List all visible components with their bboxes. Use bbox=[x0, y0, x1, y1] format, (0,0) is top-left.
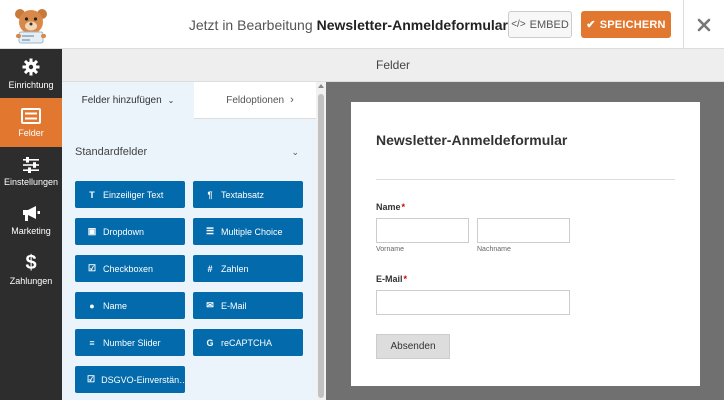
panel-tabs: Felder hinzufügen ⌄ Feldoptionen › bbox=[62, 82, 326, 119]
chevron-right-icon: › bbox=[290, 94, 294, 106]
fields-icon bbox=[21, 107, 41, 124]
field-label: E-Mail bbox=[221, 300, 247, 311]
tab-add-fields[interactable]: Felder hinzufügen ⌄ bbox=[62, 82, 194, 119]
form-title: Newsletter-Anmeldeformular bbox=[376, 132, 568, 148]
nav-item-einstellungen[interactable]: Einstellungen bbox=[0, 147, 62, 196]
field-label: DSGVO-Einverstän… bbox=[101, 374, 185, 385]
google-icon: G bbox=[206, 337, 214, 348]
field-label: Einzeiliger Text bbox=[103, 189, 164, 200]
nav-label: Zahlungen bbox=[9, 275, 53, 286]
section-title: Felder bbox=[375, 58, 410, 72]
first-name-sublabel: Vorname bbox=[376, 246, 405, 253]
required-mark: * bbox=[403, 274, 408, 284]
field-button-recaptcha[interactable]: GreCAPTCHA bbox=[193, 329, 303, 356]
close-icon bbox=[697, 18, 711, 31]
save-label: SPEICHERN bbox=[599, 18, 666, 31]
checkbox-icon: ☑ bbox=[87, 263, 97, 273]
sliders-icon bbox=[23, 156, 39, 173]
tab-field-options[interactable]: Feldoptionen › bbox=[194, 82, 326, 119]
nav-item-zahlungen[interactable]: $ Zahlungen bbox=[0, 245, 62, 294]
dollar-icon: $ bbox=[25, 251, 37, 274]
form-preview-area: Newsletter-Anmeldeformular Name* Vorname… bbox=[326, 82, 724, 400]
embed-button[interactable]: </> EMBED bbox=[508, 11, 572, 38]
megaphone-icon bbox=[23, 206, 40, 221]
wpforms-logo bbox=[0, 0, 62, 49]
group-standard-fields[interactable]: Standardfelder ⌄ bbox=[75, 144, 299, 160]
email-input[interactable] bbox=[376, 290, 570, 315]
field-label: Multiple Choice bbox=[221, 226, 283, 237]
email-field-label[interactable]: E-Mail* bbox=[376, 274, 407, 284]
form-name: Newsletter-Anmeldeformular bbox=[316, 16, 508, 33]
field-button-checkboxes[interactable]: ☑ Checkboxen bbox=[75, 255, 185, 282]
form-preview-card: Newsletter-Anmeldeformular Name* Vorname… bbox=[351, 102, 700, 386]
dropdown-icon: ▣ bbox=[87, 226, 97, 236]
panel-scrollbar[interactable] bbox=[316, 82, 326, 400]
nav-label: Marketing bbox=[11, 226, 51, 236]
first-name-input[interactable] bbox=[376, 218, 469, 243]
tab-options-label: Feldoptionen bbox=[226, 94, 285, 106]
field-label: reCAPTCHA bbox=[221, 337, 273, 348]
fields-grid: T Einzeiliger Text ¶ Textabsatz ▣ Dropdown … bbox=[75, 181, 303, 393]
nav-item-marketing[interactable]: Marketing bbox=[0, 196, 62, 245]
list-icon: ☰ bbox=[205, 226, 215, 236]
email-label-text: E-Mail bbox=[376, 274, 403, 284]
text-icon: T bbox=[89, 189, 95, 200]
editing-status: Jetzt in Bearbeitung Newsletter-Anmeldef… bbox=[189, 0, 508, 49]
submit-button[interactable]: Absenden bbox=[376, 334, 450, 359]
scrollbar-thumb[interactable] bbox=[318, 94, 324, 398]
field-button-name[interactable]: ● Name bbox=[75, 292, 185, 319]
close-button[interactable] bbox=[683, 0, 724, 49]
nav-item-einrichtung[interactable]: Einrichtung bbox=[0, 49, 62, 98]
group-title: Standardfelder bbox=[75, 146, 148, 158]
field-button-email[interactable]: ✉ E-Mail bbox=[193, 292, 303, 319]
name-field-label[interactable]: Name* bbox=[376, 202, 405, 212]
field-button-paragraph[interactable]: ¶ Textabsatz bbox=[193, 181, 303, 208]
field-button-number-slider[interactable]: ≡ Number Slider bbox=[75, 329, 185, 356]
last-name-sublabel: Nachname bbox=[477, 246, 511, 253]
section-header: Felder bbox=[62, 49, 724, 82]
field-button-dropdown[interactable]: ▣ Dropdown bbox=[75, 218, 185, 245]
field-label: Checkboxen bbox=[103, 263, 154, 274]
gear-icon bbox=[22, 58, 40, 75]
paragraph-icon: ¶ bbox=[207, 189, 213, 200]
top-bar: Jetzt in Bearbeitung Newsletter-Anmeldef… bbox=[0, 0, 724, 49]
editing-prefix: Jetzt in Bearbeitung bbox=[188, 16, 313, 33]
save-button[interactable]: ✔ SPEICHERN bbox=[581, 11, 671, 38]
fields-panel: Felder hinzufügen ⌄ Feldoptionen › Stand… bbox=[62, 82, 326, 400]
title-divider bbox=[376, 179, 675, 180]
field-button-gdpr-consent[interactable]: ☑ DSGVO-Einverstän… bbox=[75, 366, 185, 393]
envelope-icon: ✉ bbox=[206, 300, 214, 310]
nav-label: Einrichtung bbox=[8, 79, 54, 90]
code-icon: </> bbox=[511, 19, 526, 30]
required-mark: * bbox=[401, 202, 406, 212]
slider-icon: ≡ bbox=[89, 337, 95, 348]
field-label: Name bbox=[103, 300, 128, 311]
field-label: Zahlen bbox=[221, 263, 249, 274]
field-button-multiple-choice[interactable]: ☰ Multiple Choice bbox=[193, 218, 303, 245]
scroll-up-arrow-icon[interactable] bbox=[318, 84, 324, 88]
nav-label: Felder bbox=[18, 127, 44, 138]
field-label: Number Slider bbox=[103, 337, 161, 348]
field-button-single-line-text[interactable]: T Einzeiliger Text bbox=[75, 181, 185, 208]
field-label: Textabsatz bbox=[221, 189, 265, 200]
field-button-numbers[interactable]: # Zahlen bbox=[193, 255, 303, 282]
left-navigation: Einrichtung Felder Einstellungen Marketi… bbox=[0, 49, 62, 400]
chevron-down-icon: ⌄ bbox=[167, 96, 175, 105]
last-name-input[interactable] bbox=[477, 218, 570, 243]
bear-logo-icon bbox=[15, 8, 47, 43]
field-label: Dropdown bbox=[103, 226, 145, 237]
embed-label: EMBED bbox=[529, 18, 569, 31]
name-label-text: Name bbox=[376, 202, 401, 212]
user-icon: ● bbox=[89, 300, 95, 311]
checkbox-icon: ☑ bbox=[87, 374, 96, 384]
nav-label: Einstellungen bbox=[3, 176, 59, 187]
hash-icon: # bbox=[207, 263, 213, 274]
nav-item-felder[interactable]: Felder bbox=[0, 98, 62, 147]
tab-add-label: Felder hinzufügen bbox=[81, 95, 162, 106]
checkmark-icon: ✔ bbox=[586, 19, 596, 31]
chevron-down-icon: ⌄ bbox=[291, 146, 299, 157]
